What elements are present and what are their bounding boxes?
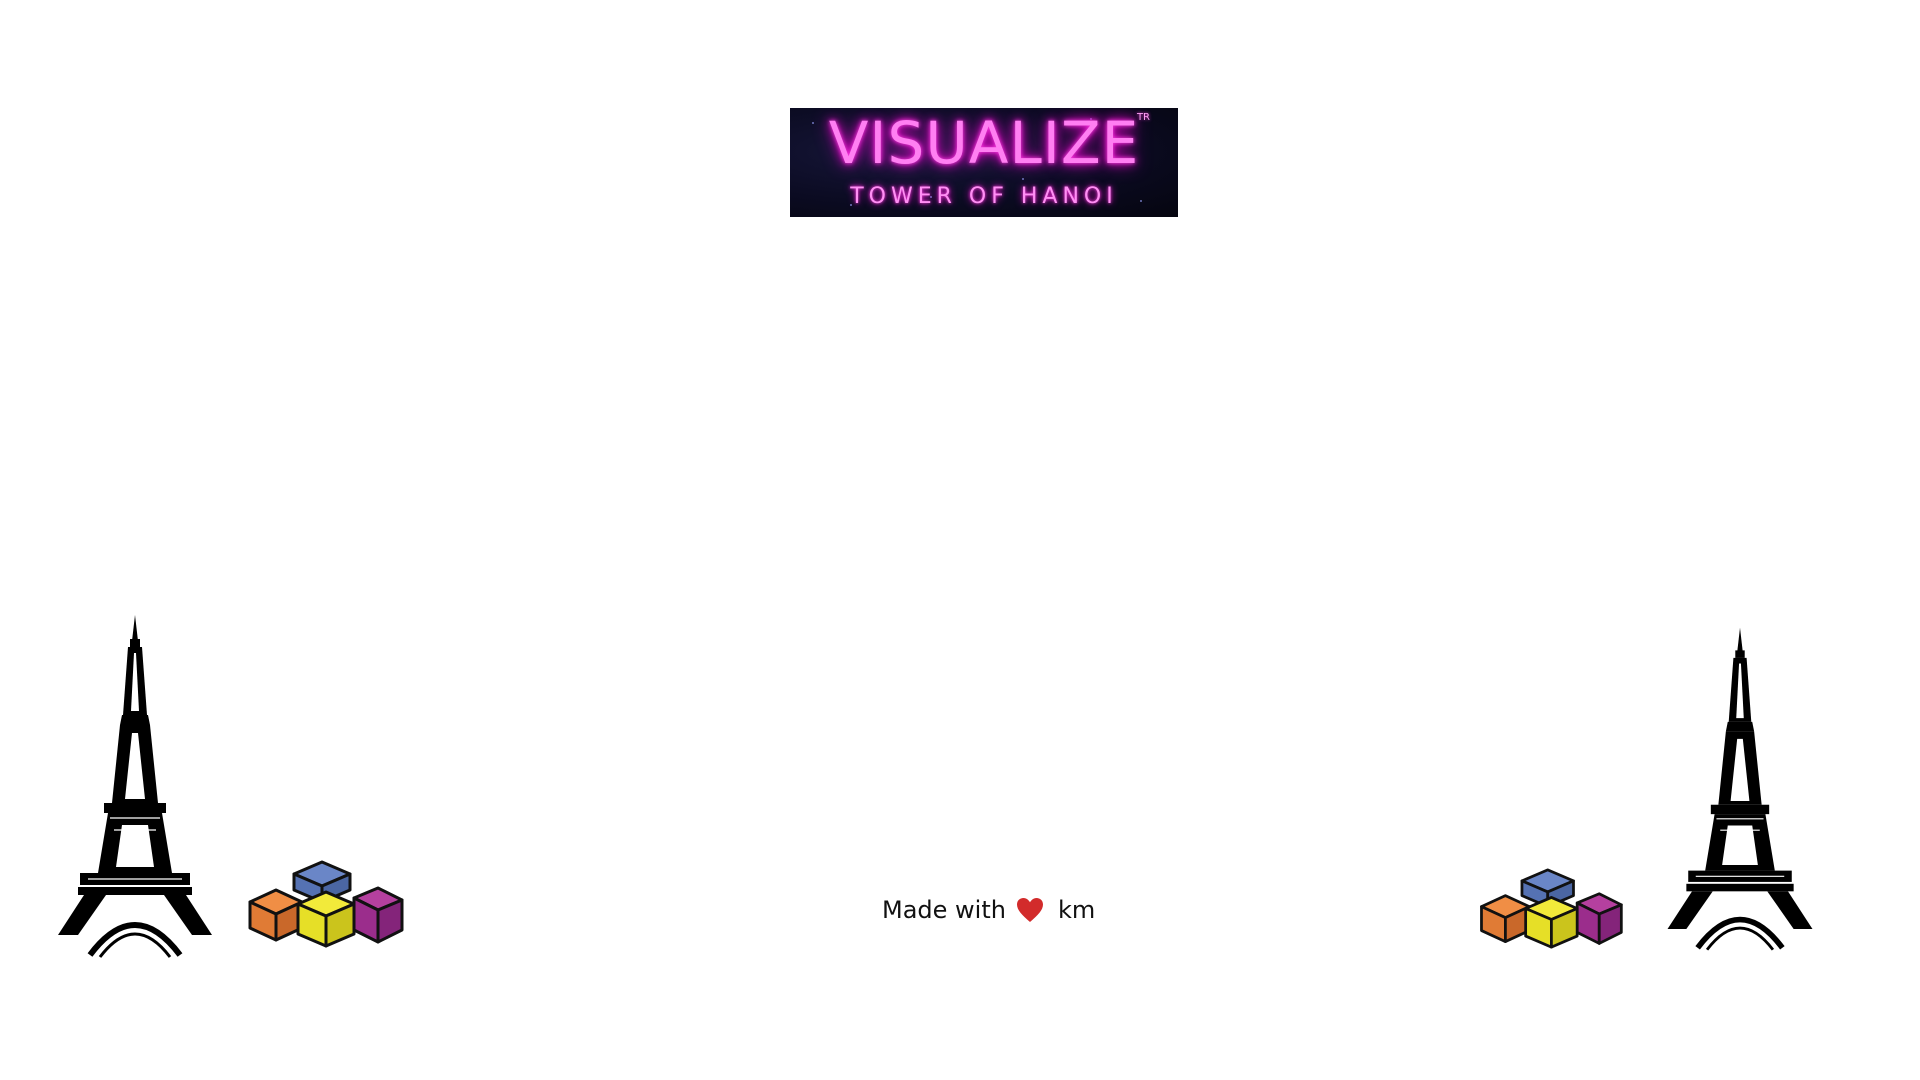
banner-star (1022, 178, 1024, 180)
eiffel-tower-icon (58, 615, 212, 958)
logo-subtitle: TOWER OF HANOI (850, 184, 1118, 209)
app-logo-banner: VISUALIZE TOWER OF HANOI TR (790, 108, 1178, 217)
stacked-blocks-icon (248, 860, 404, 948)
stacked-blocks-icon (1480, 868, 1623, 949)
page-canvas: VISUALIZE TOWER OF HANOI TR Made with km (0, 0, 1920, 1080)
eiffel-tower-icon (1667, 627, 1813, 951)
footer-made-with-text: Made with (882, 896, 1006, 924)
footer-author: km (1057, 896, 1096, 924)
footer-credit: Made with km (882, 893, 1095, 927)
logo-trademark: TR (1136, 112, 1150, 123)
logo-title: VISUALIZE (828, 109, 1140, 177)
heart-icon (1016, 898, 1043, 922)
